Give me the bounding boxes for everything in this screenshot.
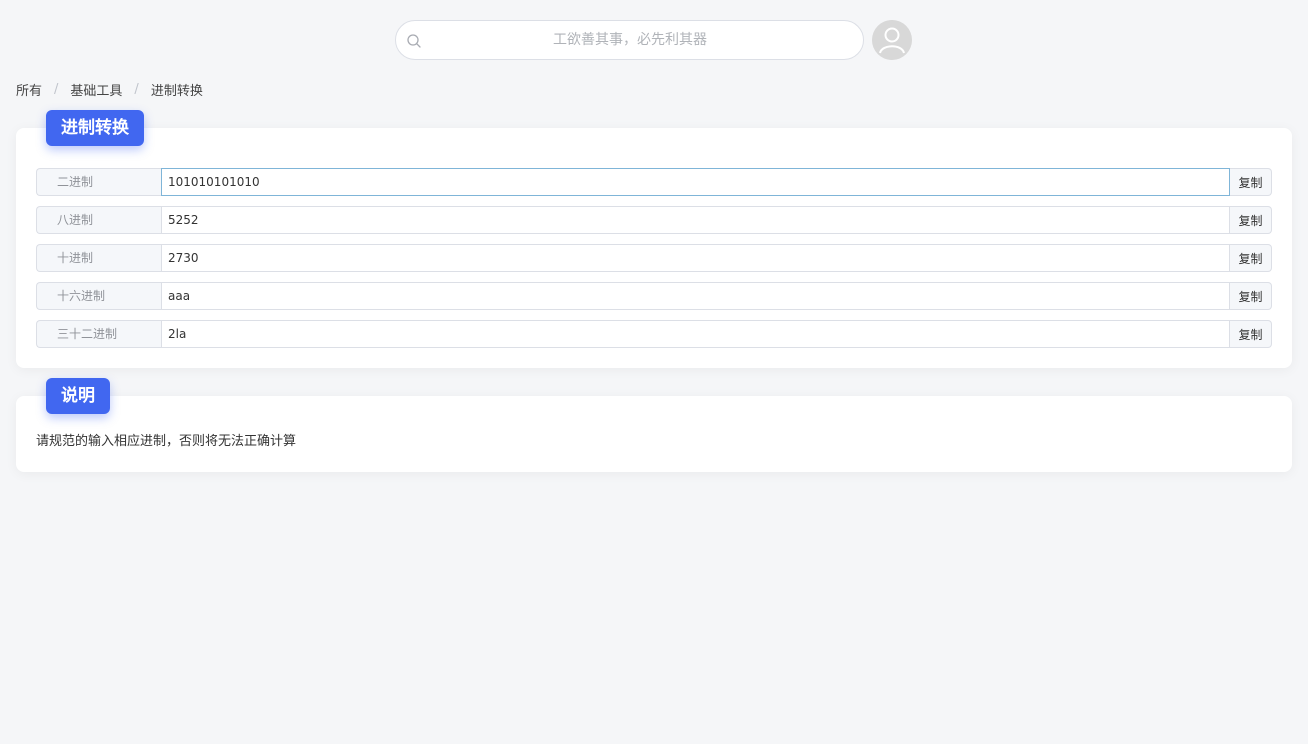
decimal-input[interactable]	[161, 244, 1230, 272]
breadcrumb-separator: /	[54, 81, 59, 97]
copy-button[interactable]: 复制	[1230, 244, 1272, 272]
search-box[interactable]	[395, 20, 864, 60]
user-avatar-icon	[872, 20, 912, 60]
copy-button[interactable]: 复制	[1230, 206, 1272, 234]
copy-button[interactable]: 复制	[1230, 320, 1272, 348]
row-decimal: 十进制 复制	[36, 244, 1272, 272]
copy-button[interactable]: 复制	[1230, 282, 1272, 310]
row-binary: 二进制 复制	[36, 168, 1272, 196]
binary-input[interactable]	[161, 168, 1230, 196]
octal-input[interactable]	[161, 206, 1230, 234]
breadcrumb-item-all[interactable]: 所有	[16, 80, 42, 99]
note-text: 请规范的输入相应进制，否则将无法正确计算	[36, 434, 297, 449]
row-base32: 三十二进制 复制	[36, 320, 1272, 348]
breadcrumb-item-basic-tools[interactable]: 基础工具	[70, 80, 122, 99]
row-label: 三十二进制	[36, 320, 161, 348]
top-bar	[0, 0, 1308, 80]
converter-card: 进制转换 二进制 复制 八进制 复制 十进制 复制 十六进制 复制 三十二进制 …	[16, 110, 1292, 368]
base32-input[interactable]	[161, 320, 1230, 348]
row-label: 二进制	[36, 168, 161, 196]
search-input[interactable]	[430, 21, 830, 59]
breadcrumb-item-current: 进制转换	[150, 83, 203, 99]
breadcrumb: 所有 / 基础工具 / 进制转换	[16, 80, 203, 99]
row-label: 十进制	[36, 244, 161, 272]
row-label: 八进制	[36, 206, 161, 234]
row-octal: 八进制 复制	[36, 206, 1272, 234]
row-label: 十六进制	[36, 282, 161, 310]
note-card: 说明 请规范的输入相应进制，否则将无法正确计算	[16, 378, 1292, 472]
row-hexadecimal: 十六进制 复制	[36, 282, 1272, 310]
hexadecimal-input[interactable]	[161, 282, 1230, 310]
search-icon	[407, 34, 421, 48]
converter-rows: 二进制 复制 八进制 复制 十进制 复制 十六进制 复制 三十二进制 复制	[36, 168, 1272, 358]
note-title: 说明	[46, 378, 110, 414]
user-avatar[interactable]	[872, 20, 912, 60]
converter-title: 进制转换	[46, 110, 144, 146]
breadcrumb-separator: /	[134, 81, 139, 97]
copy-button[interactable]: 复制	[1230, 168, 1272, 196]
